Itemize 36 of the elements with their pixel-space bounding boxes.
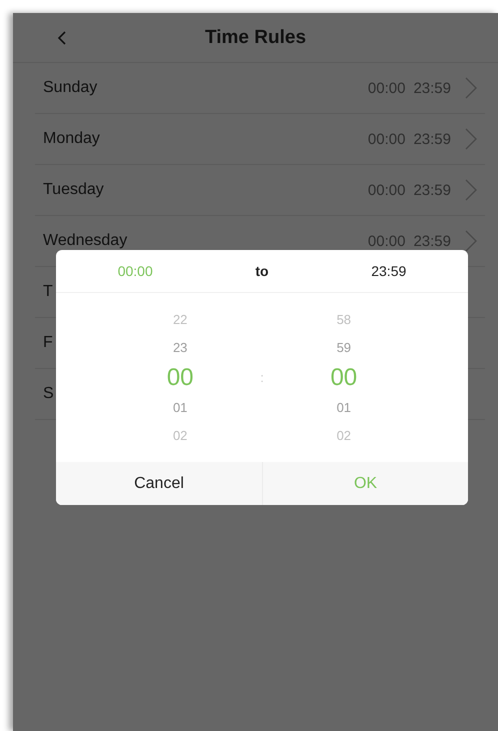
picker-number[interactable]: 00	[166, 362, 194, 394]
start-time: 00:00	[368, 130, 406, 148]
picker-number[interactable]: 22	[172, 306, 188, 334]
end-time: 23:59	[413, 80, 451, 96]
picker-number[interactable]: 00	[330, 362, 358, 394]
start-time: 00:00	[368, 232, 406, 250]
day-label: Sunday	[43, 79, 98, 97]
day-row[interactable]: Sunday 00:00 23:59	[35, 63, 485, 114]
day-label: Wednesday	[43, 232, 128, 250]
start-time: 00:00	[368, 80, 406, 96]
day-label: Tuesday	[43, 181, 104, 199]
ok-button[interactable]: OK	[262, 462, 468, 505]
day-label: Monday	[43, 130, 100, 148]
page-title: Time Rules	[204, 26, 306, 48]
day-label: T	[43, 283, 53, 301]
day-label: S	[43, 385, 54, 403]
chevron-icon	[465, 77, 477, 99]
picker-number[interactable]: 23	[172, 334, 188, 362]
end-time: 23:59	[413, 232, 451, 250]
end-time: 23:59	[413, 130, 451, 148]
end-time: 23:59	[413, 182, 451, 198]
back-icon[interactable]	[57, 31, 67, 45]
picker-number[interactable]: 02	[336, 422, 352, 450]
chevron-icon	[465, 128, 477, 150]
chevron-icon	[465, 179, 477, 201]
day-row[interactable]: Tuesday 00:00 23:59	[35, 165, 485, 216]
day-label: F	[43, 334, 53, 352]
picker-number[interactable]: 58	[336, 306, 352, 334]
picker-number[interactable]: 01	[172, 394, 188, 422]
picker-number[interactable]: 59	[336, 334, 352, 362]
picker-number[interactable]: 02	[172, 422, 188, 450]
colon-separator: :	[260, 370, 264, 385]
picker-number[interactable]: 01	[336, 394, 352, 422]
chevron-icon	[465, 230, 477, 252]
day-row[interactable]: Monday 00:00 23:59	[35, 114, 485, 165]
start-time: 00:00	[368, 182, 406, 198]
